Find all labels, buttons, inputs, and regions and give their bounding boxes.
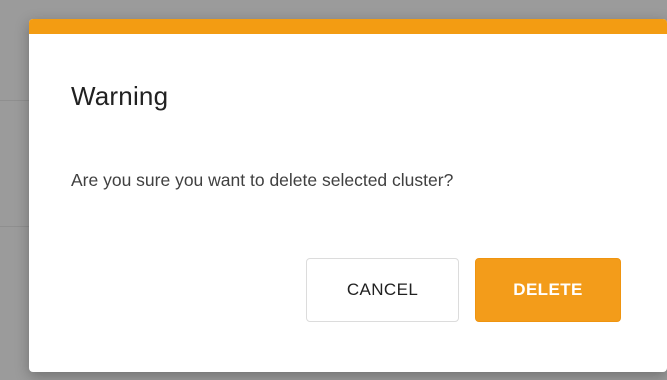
cancel-button[interactable]: CANCEL (306, 258, 459, 322)
delete-button[interactable]: DELETE (475, 258, 621, 322)
dialog-message: Are you sure you want to delete selected… (71, 170, 454, 190)
dialog-title: Warning (71, 81, 169, 111)
warning-dialog: Warning Are you sure you want to delete … (29, 19, 667, 372)
dialog-accent-bar (29, 19, 667, 34)
